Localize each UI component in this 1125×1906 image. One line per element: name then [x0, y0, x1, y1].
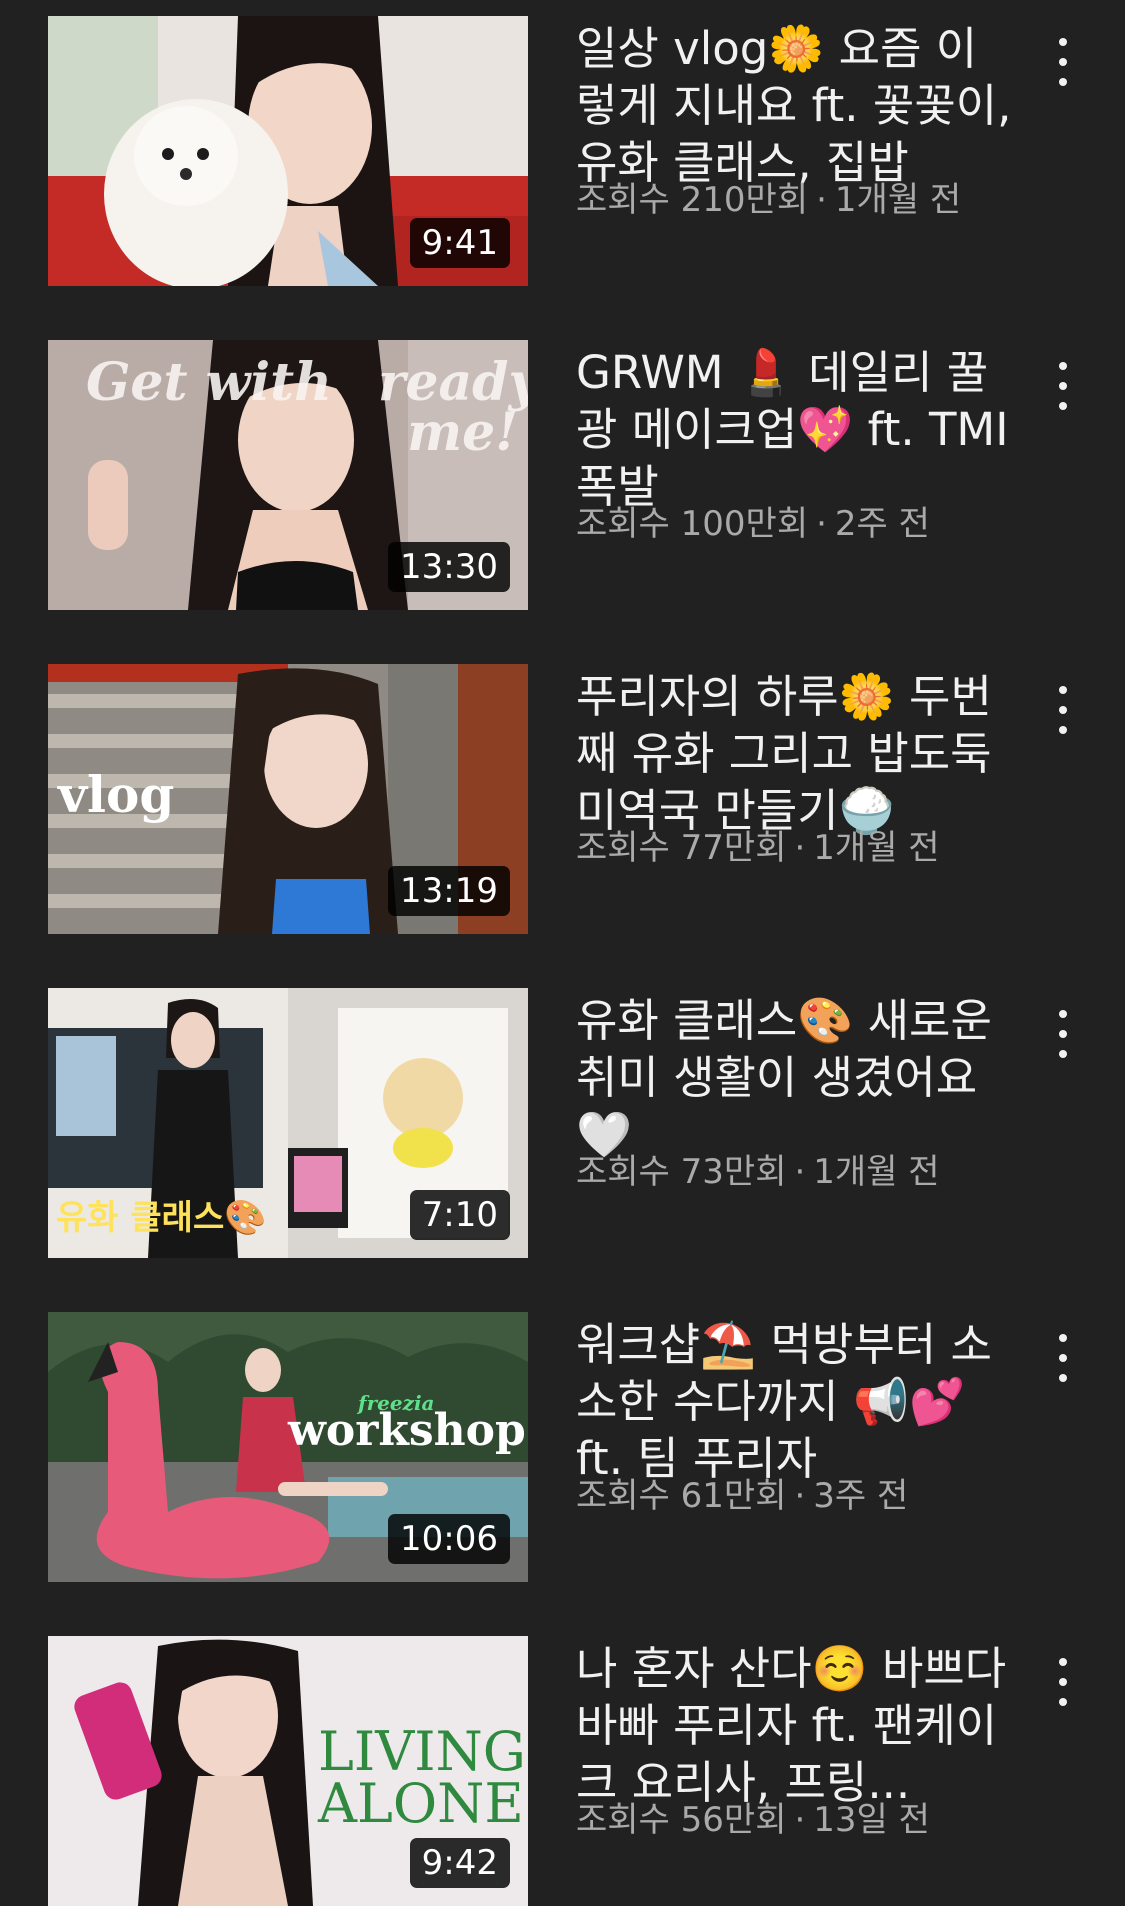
video-info: 나 혼자 산다☺️ 바쁘다 바빠 푸리자 ft. 팬케이크 요리사, 프링...…: [576, 1640, 1016, 1841]
meta-separator: ·: [794, 1152, 806, 1192]
video-meta: 조회수 100만회 · 2주 전: [576, 503, 1016, 545]
video-duration-badge: 13:30: [388, 542, 510, 592]
video-info: GRWM 💄 데일리 꿀광 메이크업💖 ft. TMI 폭발 조회수 100만회…: [576, 344, 1016, 545]
video-row[interactable]: LIVING ALONE 9:42 나 혼자 산다☺️ 바쁘다 바빠 푸리자 f…: [0, 1636, 1125, 1906]
video-duration-badge: 9:41: [409, 218, 510, 268]
meta-separator: ·: [794, 1800, 806, 1840]
video-meta: 조회수 210만회 · 1개월 전: [576, 179, 1016, 221]
video-title[interactable]: 나 혼자 산다☺️ 바쁘다 바빠 푸리자 ft. 팬케이크 요리사, 프링...: [576, 1640, 1016, 1811]
meta-separator: ·: [794, 1476, 806, 1516]
thumbnail-overlay-text: Get with: [86, 352, 332, 413]
video-row[interactable]: freezia workshop 10:06 워크샵⛱️ 먹방부터 소소한 수다…: [0, 1312, 1125, 1582]
more-options-icon[interactable]: [1041, 1006, 1085, 1062]
video-title[interactable]: 일상 vlog🌼 요즘 이렇게 지내요 ft. 꽃꽃이, 유화 클래스, 집밥: [576, 20, 1016, 191]
view-count: 조회수 100만회: [576, 504, 809, 544]
video-title[interactable]: 푸리자의 하루🌼 두번째 유화 그리고 밥도둑 미역국 만들기🍚: [576, 668, 1016, 839]
more-options-icon[interactable]: [1041, 358, 1085, 414]
video-info: 유화 클래스🎨 새로운 취미 생활이 생겼어요🤍 조회수 73만회 · 1개월 전: [576, 992, 1016, 1193]
upload-age: 1개월 전: [813, 828, 940, 868]
video-thumbnail[interactable]: 9:41: [48, 16, 528, 286]
video-list: 9:41 일상 vlog🌼 요즘 이렇게 지내요 ft. 꽃꽃이, 유화 클래스…: [0, 0, 1125, 1906]
upload-age: 3주 전: [813, 1476, 909, 1516]
video-duration-badge: 9:42: [409, 1838, 510, 1888]
meta-separator: ·: [794, 828, 806, 868]
video-meta: 조회수 77만회 · 1개월 전: [576, 827, 1016, 869]
video-info: 푸리자의 하루🌼 두번째 유화 그리고 밥도둑 미역국 만들기🍚 조회수 77만…: [576, 668, 1016, 869]
more-options-icon[interactable]: [1041, 1654, 1085, 1710]
thumbnail-overlay-text: workshop: [288, 1405, 526, 1456]
video-title[interactable]: 유화 클래스🎨 새로운 취미 생활이 생겼어요🤍: [576, 992, 1016, 1163]
video-info: 워크샵⛱️ 먹방부터 소소한 수다까지 📢💕 ft. 팀 푸리자 조회수 61만…: [576, 1316, 1016, 1517]
view-count: 조회수 61만회: [576, 1476, 787, 1516]
upload-age: 2주 전: [834, 504, 930, 544]
video-row[interactable]: Get with ready me! 13:30 GRWM 💄 데일리 꿀광 메…: [0, 340, 1125, 610]
video-duration-badge: 10:06: [388, 1514, 510, 1564]
video-meta: 조회수 56만회 · 13일 전: [576, 1799, 1016, 1841]
thumbnail-overlay-text: ready me!: [378, 352, 528, 463]
video-thumbnail[interactable]: vlog 13:19: [48, 664, 528, 934]
video-info: 일상 vlog🌼 요즘 이렇게 지내요 ft. 꽃꽃이, 유화 클래스, 집밥 …: [576, 20, 1016, 221]
video-meta: 조회수 61만회 · 3주 전: [576, 1475, 1016, 1517]
upload-age: 13일 전: [813, 1800, 930, 1840]
video-title[interactable]: GRWM 💄 데일리 꿀광 메이크업💖 ft. TMI 폭발: [576, 344, 1016, 515]
view-count: 조회수 77만회: [576, 828, 787, 868]
thumbnail-overlay-text: 유화 클래스🎨: [56, 1198, 267, 1238]
video-row[interactable]: 유화 클래스🎨 7:10 유화 클래스🎨 새로운 취미 생활이 생겼어요🤍 조회…: [0, 988, 1125, 1258]
view-count: 조회수 210만회: [576, 180, 809, 220]
video-thumbnail[interactable]: freezia workshop 10:06: [48, 1312, 528, 1582]
video-row[interactable]: vlog 13:19 푸리자의 하루🌼 두번째 유화 그리고 밥도둑 미역국 만…: [0, 664, 1125, 934]
video-title[interactable]: 워크샵⛱️ 먹방부터 소소한 수다까지 📢💕 ft. 팀 푸리자: [576, 1316, 1016, 1487]
more-options-icon[interactable]: [1041, 682, 1085, 738]
view-count: 조회수 73만회: [576, 1152, 787, 1192]
more-options-icon[interactable]: [1041, 34, 1085, 90]
thumbnail-overlay-text: vlog: [58, 765, 175, 824]
video-duration-badge: 7:10: [409, 1190, 510, 1240]
video-duration-badge: 13:19: [388, 866, 510, 916]
video-thumbnail[interactable]: LIVING ALONE 9:42: [48, 1636, 528, 1906]
upload-age: 1개월 전: [813, 1152, 940, 1192]
meta-separator: ·: [816, 504, 827, 544]
meta-separator: ·: [816, 180, 827, 220]
thumbnail-overlay-text: LIVING ALONE: [318, 1720, 526, 1835]
video-thumbnail[interactable]: 유화 클래스🎨 7:10: [48, 988, 528, 1258]
video-thumbnail[interactable]: Get with ready me! 13:30: [48, 340, 528, 610]
upload-age: 1개월 전: [834, 180, 962, 220]
more-options-icon[interactable]: [1041, 1330, 1085, 1386]
video-meta: 조회수 73만회 · 1개월 전: [576, 1151, 1016, 1193]
video-row[interactable]: 9:41 일상 vlog🌼 요즘 이렇게 지내요 ft. 꽃꽃이, 유화 클래스…: [0, 16, 1125, 286]
view-count: 조회수 56만회: [576, 1800, 787, 1840]
